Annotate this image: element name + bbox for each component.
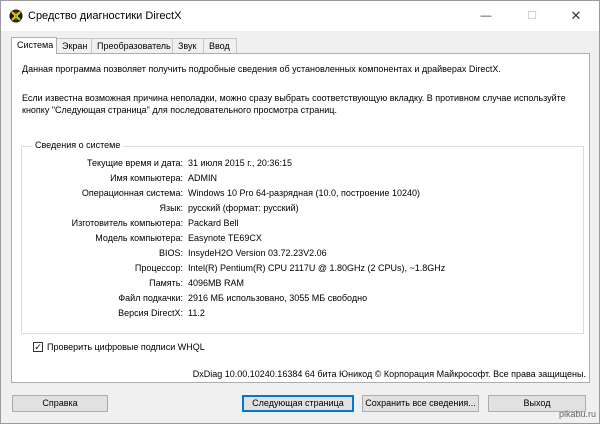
tab-display[interactable]: Экран	[56, 38, 92, 53]
intro-hint-text: Если известна возможная причина неполадк…	[22, 93, 566, 115]
info-value: 2916 МБ использовано, 3055 МБ свободно	[188, 293, 368, 303]
info-row-manufacturer: Изготовитель компьютера: Packard Bell	[22, 218, 585, 231]
whql-checkbox[interactable]: ✓	[33, 342, 43, 352]
maximize-button[interactable]: ☐	[509, 1, 555, 31]
intro-text: Данная программа позволяет получить подр…	[22, 64, 501, 74]
info-value: Intel(R) Pentium(R) CPU 2117U @ 1.80GHz …	[188, 263, 446, 273]
info-value: 4096MB RAM	[188, 278, 245, 288]
info-value: 31 июля 2015 г., 20:36:15	[188, 158, 292, 168]
info-value: Easynote TE69CX	[188, 233, 262, 243]
info-label: Память:	[149, 278, 183, 288]
window-title: Средство диагностики DirectX	[28, 10, 182, 22]
help-button[interactable]: Справка	[12, 395, 108, 412]
info-label: Текущие время и дата:	[87, 158, 183, 168]
tab-input[interactable]: Ввод	[203, 38, 237, 53]
next-page-button[interactable]: Следующая страница	[242, 395, 354, 412]
info-value: ADMIN	[188, 173, 217, 183]
info-label: Язык:	[159, 203, 183, 213]
info-row-computer-name: Имя компьютера: ADMIN	[22, 173, 585, 186]
watermark: pikabu.ru	[558, 409, 596, 419]
minimize-button[interactable]: —	[463, 1, 509, 31]
dxdiag-window: Средство диагностики DirectX — ☐ ✕ Систе…	[0, 0, 600, 424]
info-row-model: Модель компьютера: Easynote TE69CX	[22, 233, 585, 246]
info-label: Имя компьютера:	[110, 173, 183, 183]
info-label: Файл подкачки:	[118, 293, 183, 303]
info-label: Изготовитель компьютера:	[71, 218, 183, 228]
info-label: Операционная система:	[81, 188, 183, 198]
info-label: Версия DirectX:	[118, 308, 183, 318]
info-row-pagefile: Файл подкачки: 2916 МБ использовано, 305…	[22, 293, 585, 306]
info-value: Packard Bell	[188, 218, 239, 228]
save-all-info-button[interactable]: Сохранить все сведения...	[362, 395, 479, 412]
system-info-group-title: Сведения о системе	[32, 140, 124, 150]
tab-system[interactable]: Система	[11, 37, 57, 54]
title-bar[interactable]: Средство диагностики DirectX — ☐ ✕	[1, 1, 599, 31]
info-value: русский (формат: русский)	[188, 203, 299, 213]
info-value: 11.2	[188, 308, 205, 318]
info-label: Процессор:	[134, 263, 183, 273]
info-row-processor: Процессор: Intel(R) Pentium(R) CPU 2117U…	[22, 263, 585, 276]
info-row-memory: Память: 4096MB RAM	[22, 278, 585, 291]
info-value: InsydeH2O Version 03.72.23V2.06	[188, 248, 327, 258]
info-row-language: Язык: русский (формат: русский)	[22, 203, 585, 216]
info-row-os: Операционная система: Windows 10 Pro 64-…	[22, 188, 585, 201]
whql-checkbox-label[interactable]: Проверить цифровые подписи WHQL	[47, 342, 205, 352]
info-row-bios: BIOS: InsydeH2O Version 03.72.23V2.06	[22, 248, 585, 261]
directx-app-icon	[9, 9, 23, 23]
close-button[interactable]: ✕	[553, 1, 599, 31]
tab-render[interactable]: Преобразователь	[91, 38, 173, 53]
info-value: Windows 10 Pro 64-разрядная (10.0, постр…	[188, 188, 421, 198]
info-label: Модель компьютера:	[95, 233, 183, 243]
tab-sound[interactable]: Звук	[172, 38, 204, 53]
copyright-text: DxDiag 10.00.10240.16384 64 бита Юникод …	[192, 369, 586, 379]
info-label: BIOS:	[158, 248, 183, 258]
info-row-directx-version: Версия DirectX: 11.2	[22, 308, 585, 321]
info-row-datetime: Текущие время и дата: 31 июля 2015 г., 2…	[22, 158, 585, 171]
system-info-group: Текущие время и дата: 31 июля 2015 г., 2…	[21, 146, 584, 334]
system-tab-panel: Данная программа позволяет получить подр…	[11, 53, 590, 383]
